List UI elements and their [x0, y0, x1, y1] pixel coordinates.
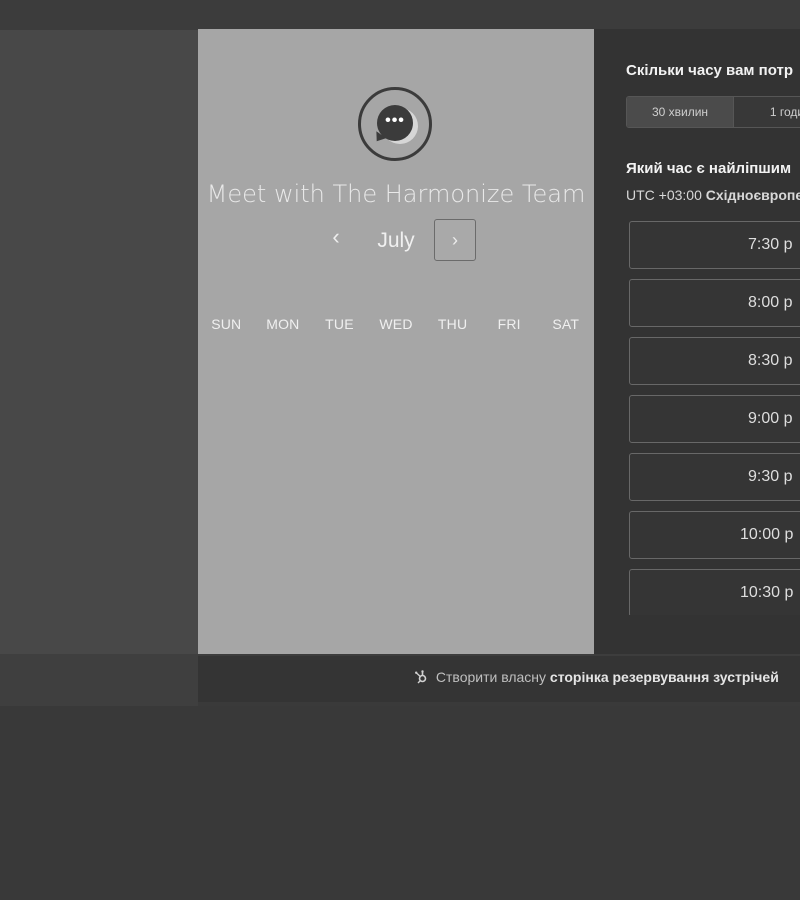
- booking-panel: Скільки часу вам потр 30 хвилин 1 годи Я…: [594, 29, 800, 654]
- time-slot-list[interactable]: 7:30 p 8:00 p 8:30 p 9:00 p 9:30 p 10:00…: [629, 221, 800, 615]
- weekday-tue: TUE: [325, 316, 354, 332]
- time-slot[interactable]: 8:00 p: [629, 279, 800, 327]
- duration-option-30min[interactable]: 30 хвилин: [627, 97, 734, 127]
- prev-month-button[interactable]: ‹: [324, 225, 348, 249]
- left-backdrop: [0, 30, 198, 654]
- timezone-offset: UTC +03:00: [626, 187, 702, 203]
- time-slot[interactable]: 8:30 p: [629, 337, 800, 385]
- duration-option-1hour[interactable]: 1 годи: [734, 97, 800, 127]
- weekday-mon: MON: [266, 316, 300, 332]
- time-slot[interactable]: 9:30 p: [629, 453, 800, 501]
- duration-selector: 30 хвилин 1 годи: [626, 96, 800, 128]
- weekday-header: SUN MON TUE WED THU FRI SAT: [198, 316, 594, 332]
- timezone-name[interactable]: Східноєвропе: [706, 187, 800, 203]
- weekday-sun: SUN: [211, 316, 242, 332]
- weekday-wed: WED: [379, 316, 413, 332]
- time-slot[interactable]: 9:00 p: [629, 395, 800, 443]
- month-label: July: [377, 229, 415, 252]
- weekday-thu: THU: [437, 316, 468, 332]
- hubspot-sprocket-icon: [414, 669, 432, 685]
- top-bar: [0, 0, 800, 30]
- time-slot[interactable]: 7:30 p: [629, 221, 800, 269]
- host-avatar: •••: [358, 87, 432, 161]
- host-title: Meet with The Harmonize Team: [206, 180, 586, 208]
- calendar-card: ••• Meet with The Harmonize Team ‹ July …: [198, 29, 594, 654]
- footer-bar: Створити власну сторінка резервування зу…: [198, 654, 800, 702]
- timezone-label: UTC +03:00 Східноєвропе: [626, 187, 800, 203]
- chat-bubble-icon: •••: [377, 105, 413, 141]
- weekday-sat: SAT: [552, 316, 580, 332]
- footer-link-text[interactable]: сторінка резервування зустрічей: [550, 669, 779, 685]
- page-background: [0, 706, 800, 900]
- weekday-fri: FRI: [497, 316, 521, 332]
- month-navigation: ‹ July: [198, 219, 594, 263]
- time-slot[interactable]: 10:00 p: [629, 511, 800, 559]
- time-question: Який час є найліпшим: [626, 160, 792, 177]
- duration-question: Скільки часу вам потр: [626, 62, 794, 79]
- time-slot[interactable]: 10:30 p: [629, 569, 800, 615]
- footer-link[interactable]: Створити власну сторінка резервування зу…: [414, 669, 779, 685]
- next-month-button[interactable]: ›: [434, 219, 476, 261]
- left-backdrop-footer: [0, 654, 198, 706]
- footer-prefix: Створити власну: [435, 669, 547, 685]
